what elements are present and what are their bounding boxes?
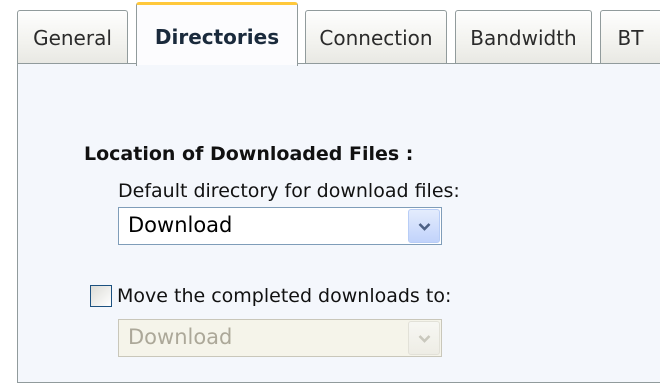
tab-connection[interactable]: Connection: [305, 10, 447, 64]
move-completed-checkbox[interactable]: [90, 285, 112, 307]
default-directory-dropdown-button[interactable]: [408, 209, 440, 243]
chevron-down-icon: [418, 223, 431, 231]
tab-general[interactable]: General: [17, 10, 128, 64]
move-completed-label[interactable]: Move the completed downloads to:: [117, 285, 451, 307]
move-completed-select[interactable]: Download: [118, 319, 442, 357]
move-completed-value: Download: [128, 325, 233, 349]
default-directory-value: Download: [128, 213, 233, 237]
default-directory-select[interactable]: Download: [118, 207, 442, 245]
move-completed-dropdown-button[interactable]: [408, 321, 440, 355]
tab-strip: General Directories Connection Bandwidth…: [0, 0, 660, 66]
tab-directories[interactable]: Directories: [136, 2, 298, 66]
default-directory-label: Default directory for download files:: [118, 180, 460, 202]
tab-bandwidth[interactable]: Bandwidth: [455, 10, 592, 64]
tab-bt[interactable]: BT: [600, 10, 660, 64]
chevron-down-icon: [418, 335, 431, 343]
section-title: Location of Downloaded Files :: [84, 143, 414, 165]
